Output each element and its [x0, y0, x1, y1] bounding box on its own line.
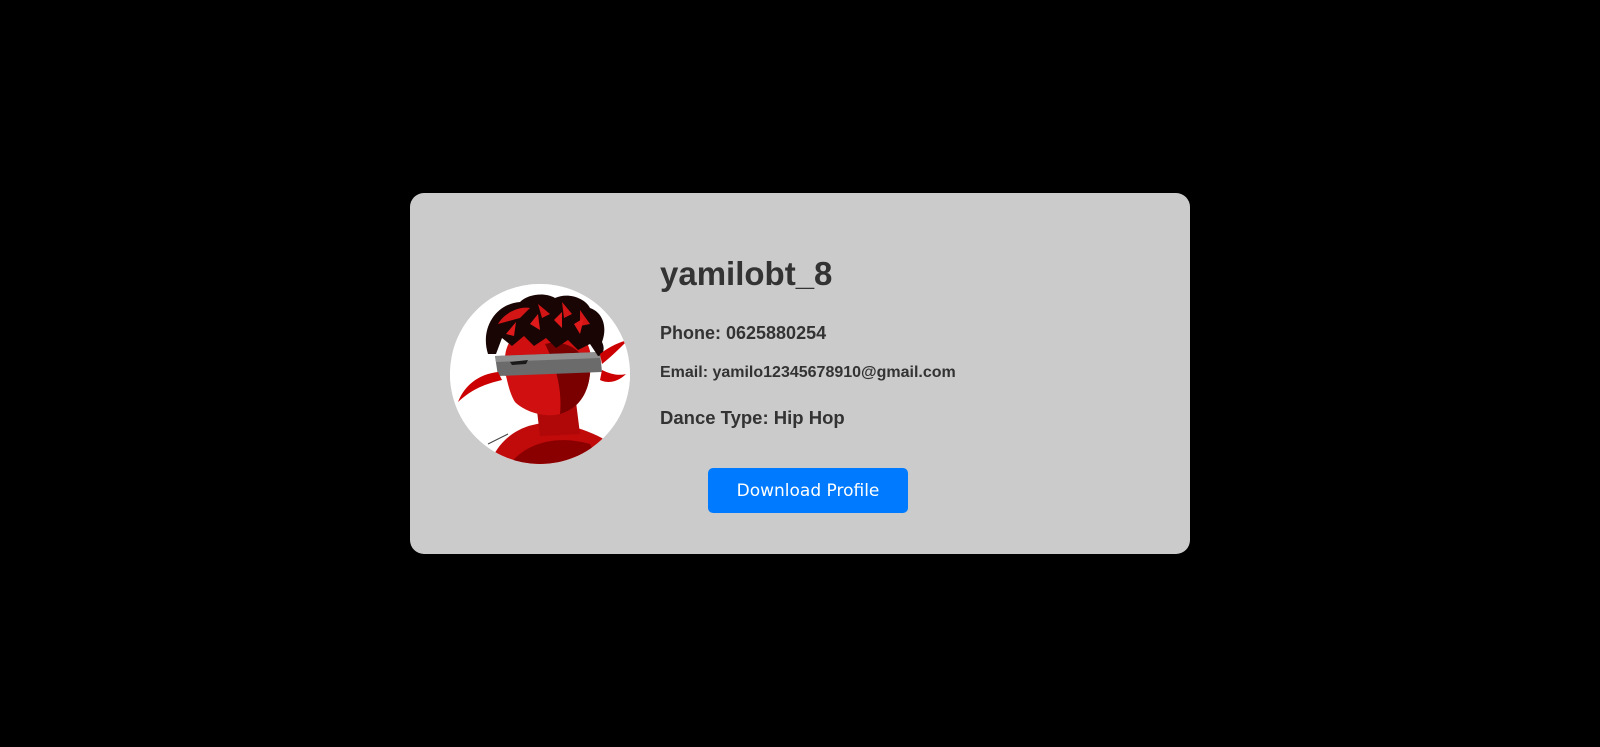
profile-phone: Phone: 0625880254	[660, 323, 827, 343]
profile-portrait-icon	[450, 284, 630, 464]
download-profile-button[interactable]: Download Profile	[708, 468, 908, 513]
profile-username: yamilobt_8	[660, 255, 833, 292]
profile-dance-type: Dance Type: Hip Hop	[660, 407, 845, 428]
avatar	[450, 284, 630, 464]
profile-email: Email: yamilo12345678910@gmail.com	[660, 364, 956, 381]
profile-card: yamilobt_8 Phone: 0625880254 Email: yami…	[410, 193, 1190, 554]
